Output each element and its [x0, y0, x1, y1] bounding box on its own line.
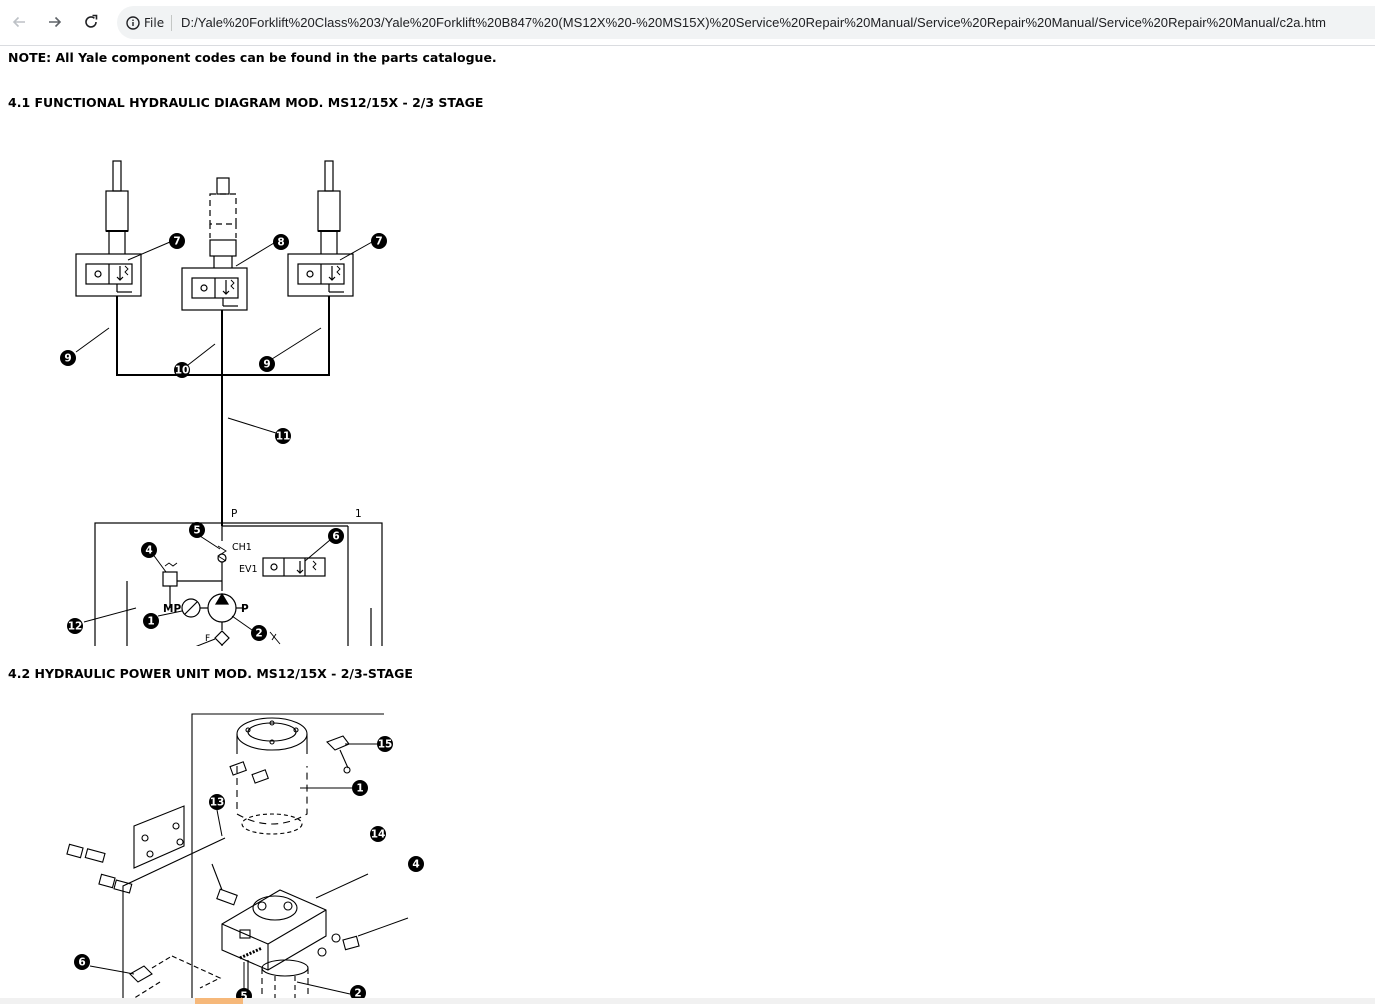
svg-text:8: 8 [277, 237, 284, 249]
parts-note: NOTE: All Yale component codes can be fo… [8, 50, 497, 65]
lowering-valve-right [287, 253, 354, 297]
level-switch [326, 735, 351, 774]
hydraulic-schematic-figure: P 1 CH1 EV1 MP P F 1 1 1 1 7 8 7 9 10 9 … [60, 160, 387, 646]
section-heading-4-1: 4.1 FUNCTIONAL HYDRAULIC DIAGRAM MOD. MS… [8, 95, 484, 110]
reload-button[interactable] [77, 8, 105, 36]
svg-text:5: 5 [193, 525, 200, 537]
power-unit-exploded-figure: 15 1 13 14 4 6 5 2 [66, 713, 424, 998]
back-button[interactable] [5, 8, 33, 36]
port-label-t: 1 [355, 508, 362, 520]
horizontal-scrollbar[interactable] [0, 998, 1375, 1004]
svg-text:1: 1 [147, 616, 154, 628]
callout-14: 14 [370, 826, 386, 842]
svg-text:7: 7 [375, 236, 382, 248]
svg-text:9: 9 [263, 359, 270, 371]
filter-label: F [205, 634, 210, 644]
lowering-valve-left [75, 253, 142, 297]
free-lift-cylinder [209, 177, 237, 268]
callout-8: 8 [273, 234, 289, 250]
site-info-label: File [144, 16, 165, 30]
port-label-p: P [231, 508, 237, 520]
svg-text:12: 12 [68, 621, 83, 633]
electric-motor [236, 717, 308, 835]
svg-text:15: 15 [378, 739, 393, 751]
valve-block [221, 889, 327, 971]
svg-text:9: 9 [64, 353, 71, 365]
svg-text:1: 1 [356, 783, 363, 795]
svg-text:2: 2 [255, 628, 262, 640]
scrollbar-thumb[interactable] [195, 998, 243, 1004]
hydraulic-lines [116, 296, 330, 526]
callout-7: 7 [371, 233, 387, 249]
callout-13: 13 [209, 794, 225, 810]
callout-2: 2 [251, 625, 267, 641]
forward-arrow-icon [49, 16, 62, 28]
svg-text:4: 4 [412, 859, 419, 871]
info-icon [126, 16, 140, 30]
forward-button[interactable] [41, 8, 69, 36]
callout-4: 4 [141, 542, 157, 558]
hose-fitting [211, 863, 238, 906]
svg-text:6: 6 [332, 531, 339, 543]
url-text[interactable]: D:/Yale%20Forklift%20Class%203/Yale%20Fo… [181, 15, 1326, 30]
callout-15: 15 [377, 736, 393, 752]
lift-cylinder-right [317, 160, 341, 254]
callout-12: 12 [67, 618, 83, 634]
solenoid-valve-label: EV1 [239, 564, 258, 575]
bracket-bolts [66, 843, 133, 894]
callout-2: 2 [350, 985, 366, 998]
reload-icon [85, 14, 98, 28]
callout-4: 4 [408, 856, 424, 872]
callout-leaders [75, 241, 373, 646]
callout-9: 9 [259, 356, 275, 372]
svg-text:13: 13 [210, 797, 225, 809]
browser-toolbar: File D:/Yale%20Forklift%20Class%203/Yale… [0, 0, 1375, 46]
svg-text:4: 4 [145, 545, 152, 557]
site-info-chip[interactable]: File [126, 13, 164, 33]
pump-label: P [241, 603, 249, 615]
address-bar[interactable]: File D:/Yale%20Forklift%20Class%203/Yale… [117, 6, 1375, 39]
check-valve-label: CH1 [232, 542, 252, 553]
svg-text:2: 2 [354, 988, 361, 999]
back-arrow-icon [12, 16, 25, 28]
callout-11: 11 [275, 428, 291, 444]
solenoid-valve [239, 946, 263, 994]
svg-text:10: 10 [175, 365, 190, 377]
section-heading-4-2: 4.2 HYDRAULIC POWER UNIT MOD. MS12/15X -… [8, 666, 413, 681]
motor-terminal-bolts [229, 761, 269, 784]
callout-9: 9 [60, 350, 76, 366]
callout-5: 5 [236, 988, 252, 998]
hydraulic-pump [261, 959, 309, 998]
callout-6: 6 [328, 528, 344, 544]
gauge-label: MP [163, 603, 181, 615]
callout-1: 1 [143, 613, 159, 629]
mounting-bracket [133, 805, 185, 869]
svg-text:14: 14 [371, 829, 386, 841]
callout-7: 7 [169, 233, 185, 249]
svg-text:5: 5 [240, 991, 247, 999]
callout-5: 5 [189, 522, 205, 538]
lift-cylinder-left [105, 160, 129, 254]
chip-divider [171, 15, 172, 31]
callout-1: 1 [352, 780, 368, 796]
callout-10: 10 [174, 362, 190, 378]
svg-text:6: 6 [78, 957, 85, 969]
lowering-valve-centre [181, 267, 248, 311]
callout-6: 6 [74, 954, 90, 970]
svg-text:11: 11 [276, 431, 291, 443]
svg-text:7: 7 [173, 236, 180, 248]
